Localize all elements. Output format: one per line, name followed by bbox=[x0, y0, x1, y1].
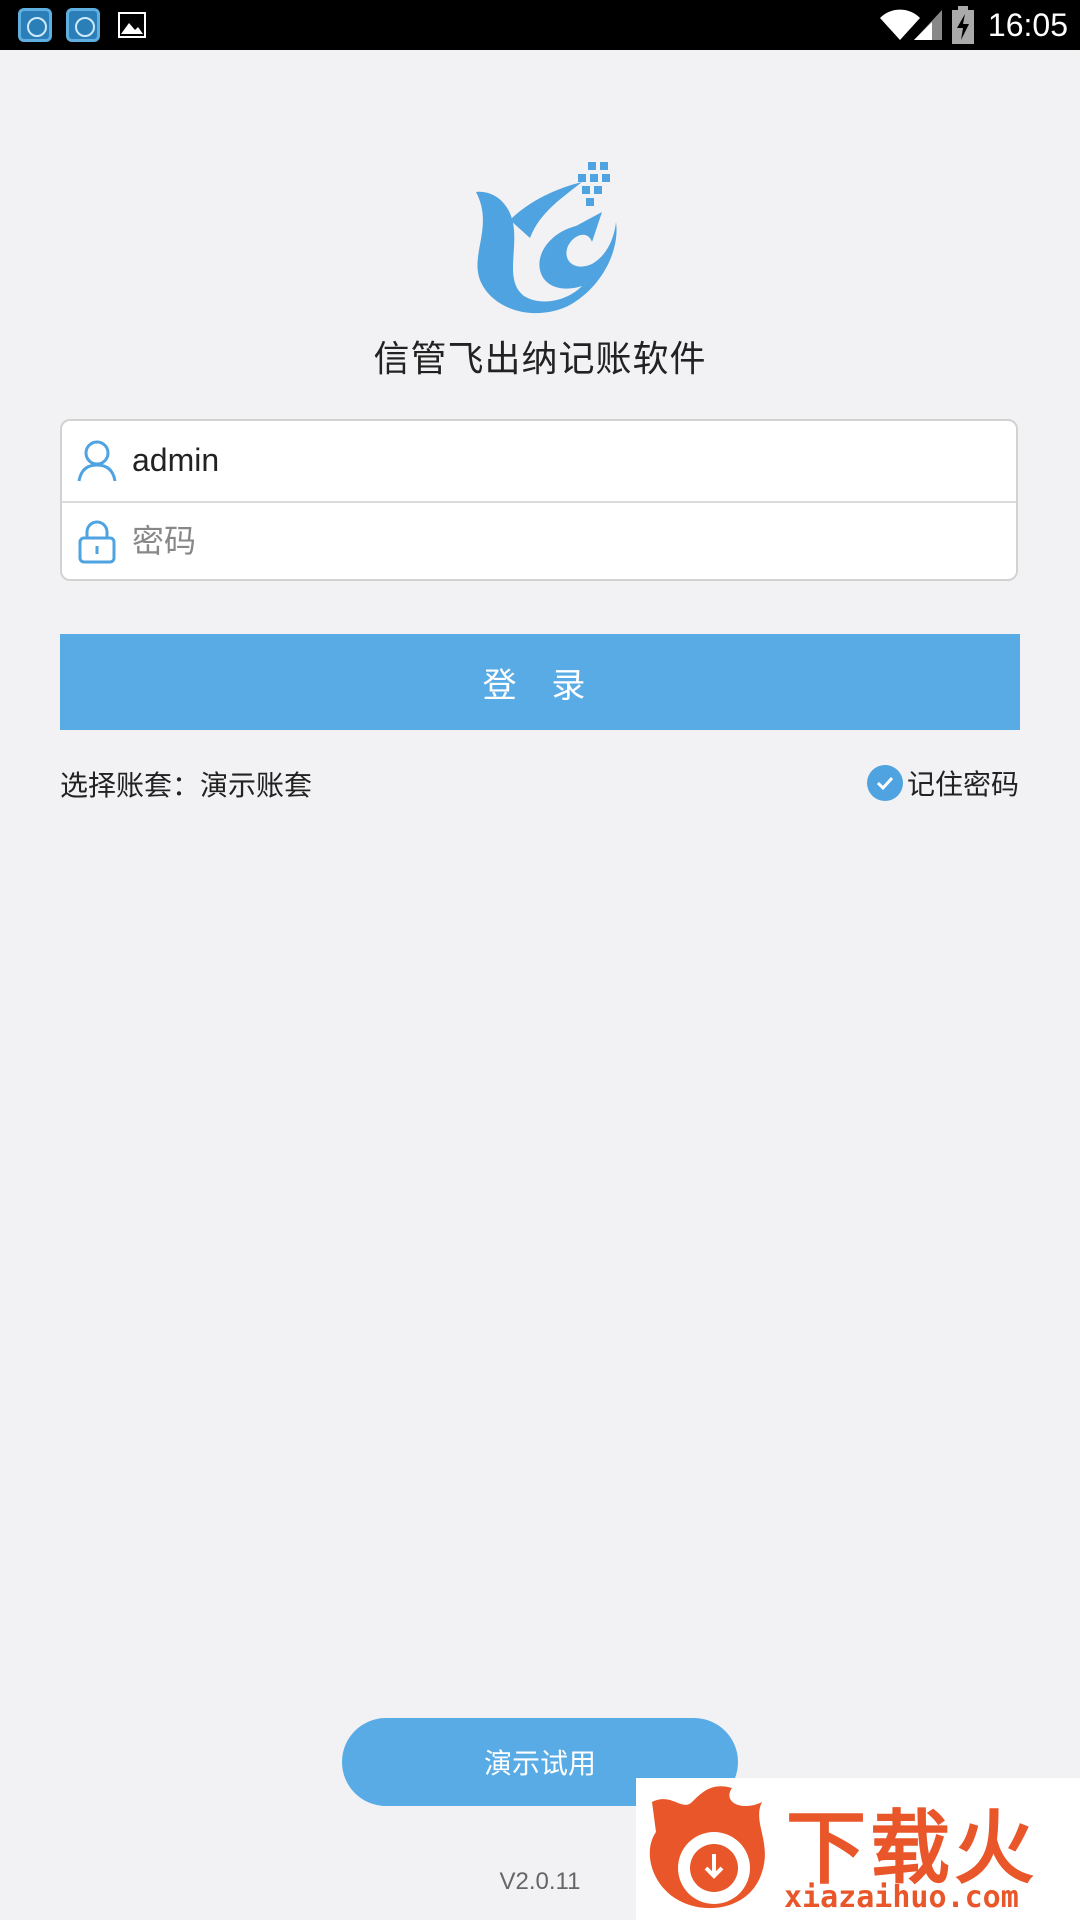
remember-password-toggle[interactable]: 记住密码 bbox=[866, 763, 1019, 803]
login-button[interactable]: 登 录 bbox=[60, 634, 1020, 730]
password-row bbox=[62, 502, 1016, 582]
lock-icon bbox=[78, 520, 116, 564]
password-input[interactable] bbox=[132, 502, 992, 580]
nox-app-icon bbox=[18, 8, 52, 42]
watermark: 下载火 xiazaihuo.com bbox=[636, 1778, 1080, 1920]
battery-charging-icon bbox=[952, 6, 974, 44]
status-bar: 16:05 bbox=[0, 0, 1080, 50]
watermark-url: xiazaihuo.com bbox=[784, 1880, 1019, 1915]
account-set-selector[interactable]: 选择账套：演示账套 bbox=[60, 764, 312, 804]
login-form bbox=[60, 419, 1018, 581]
clock: 16:05 bbox=[987, 7, 1068, 43]
username-input[interactable] bbox=[132, 421, 992, 499]
user-icon bbox=[77, 440, 117, 482]
username-row bbox=[62, 421, 1016, 503]
image-icon bbox=[118, 12, 146, 38]
remember-password-label: 记住密码 bbox=[906, 768, 1019, 801]
nox-app-icon bbox=[66, 8, 100, 42]
watermark-fire-logo-icon bbox=[649, 1786, 765, 1909]
app-logo bbox=[476, 162, 617, 314]
checkmark-icon[interactable] bbox=[866, 765, 903, 801]
app-title: 信管飞出纳记账软件 bbox=[373, 339, 707, 380]
signal-icon bbox=[914, 10, 942, 40]
